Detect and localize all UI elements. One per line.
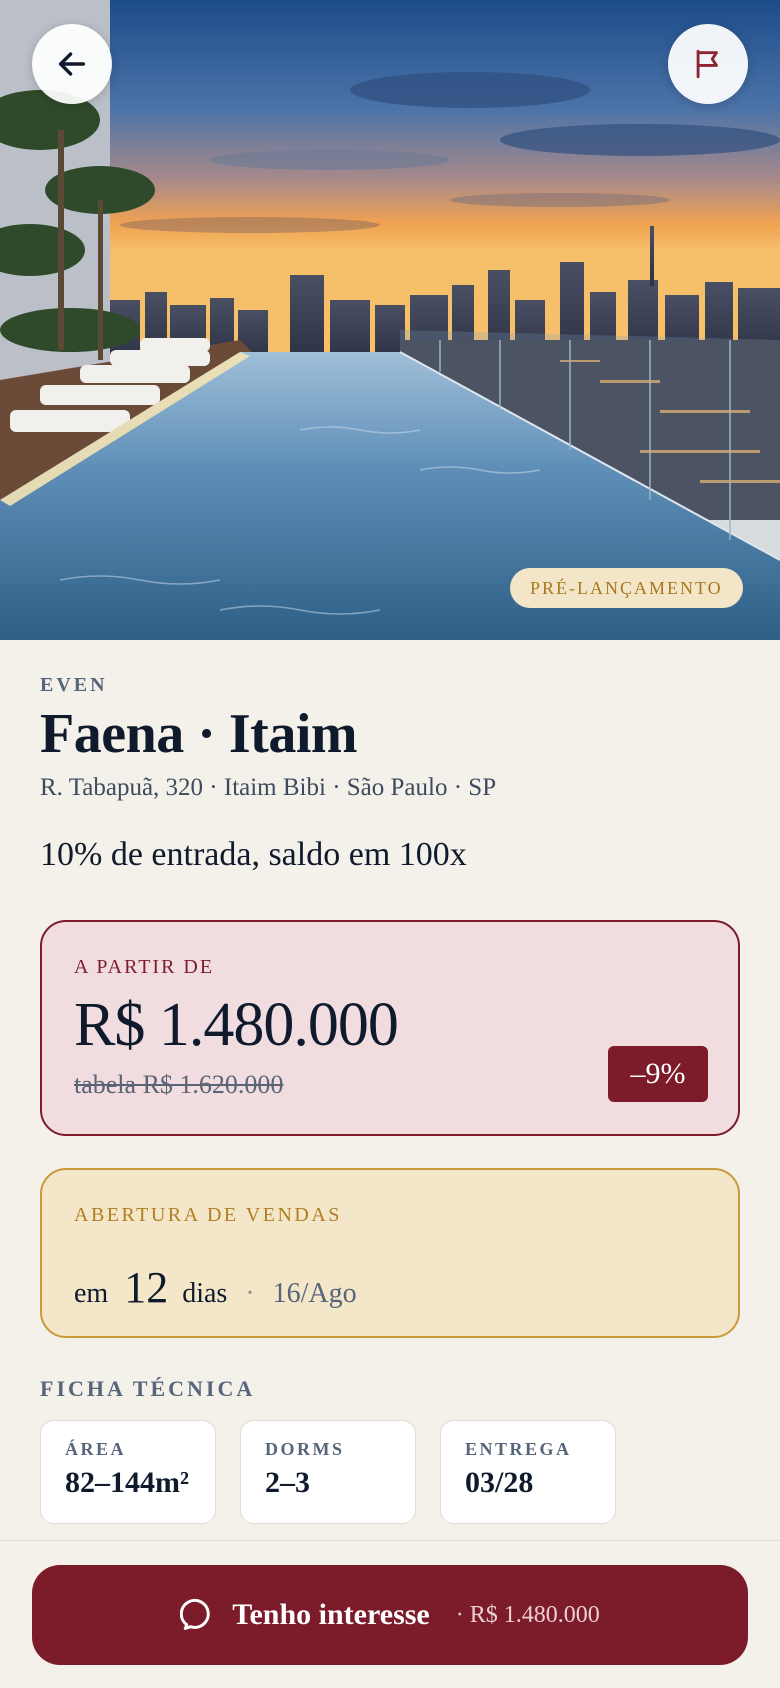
sales-separator: · bbox=[245, 1278, 255, 1309]
specs-list: ÁREA 82–144m² DORMS 2–3 ENTREGA 03/28 bbox=[40, 1420, 616, 1524]
page-title: Faena · Itaim bbox=[40, 703, 358, 765]
spec-card-delivery: ENTREGA 03/28 bbox=[440, 1420, 616, 1524]
old-price: tabela R$ 1.620.000 bbox=[74, 1070, 284, 1099]
sales-label: ABERTURA DE VENDAS bbox=[74, 1204, 342, 1226]
sales-unit: dias bbox=[182, 1278, 228, 1309]
developer-name: EVEN bbox=[40, 674, 108, 696]
cta-price: R$ 1.480.000 bbox=[469, 1601, 600, 1628]
spec-label: ÁREA bbox=[65, 1439, 127, 1459]
cta-label: Tenho interesse bbox=[232, 1598, 430, 1631]
sales-date: 16/Ago bbox=[272, 1278, 357, 1309]
payment-terms: 10% de entrada, saldo em 100x bbox=[40, 836, 467, 873]
spec-card-dorms: DORMS 2–3 bbox=[240, 1420, 416, 1524]
spec-card-area: ÁREA 82–144m² bbox=[40, 1420, 216, 1524]
chat-bubble-icon bbox=[180, 1597, 216, 1633]
interest-button[interactable]: Tenho interesse · R$ 1.480.000 bbox=[32, 1565, 748, 1665]
back-button[interactable] bbox=[32, 24, 112, 104]
sales-days: 12 bbox=[124, 1263, 169, 1312]
status-badge: PRÉ-LANÇAMENTO bbox=[510, 568, 743, 608]
price-label: A PARTIR DE bbox=[74, 956, 215, 978]
report-button[interactable] bbox=[668, 24, 748, 104]
sales-opening-card: ABERTURA DE VENDAS em 12 dias · 16/Ago bbox=[40, 1168, 740, 1338]
arrow-left-icon bbox=[55, 47, 89, 81]
price-value: R$ 1.480.000 bbox=[74, 991, 399, 1059]
spec-label: DORMS bbox=[265, 1439, 345, 1459]
address: R. Tabapuã, 320 · Itaim Bibi · São Paulo… bbox=[40, 774, 497, 801]
sales-countdown: em 12 dias · 16/Ago bbox=[74, 1262, 357, 1313]
sales-prefix: em bbox=[74, 1278, 109, 1309]
specs-heading: FICHA TÉCNICA bbox=[40, 1376, 256, 1401]
spec-label: ENTREGA bbox=[465, 1439, 572, 1459]
spec-value: 2–3 bbox=[265, 1466, 310, 1499]
spec-value: 03/28 bbox=[465, 1466, 534, 1499]
price-card: A PARTIR DE R$ 1.480.000 tabela R$ 1.620… bbox=[40, 920, 740, 1136]
cta-separator: · bbox=[455, 1601, 464, 1628]
discount-badge: –9% bbox=[608, 1046, 708, 1102]
flag-icon bbox=[691, 47, 725, 81]
rooftop-pool-photo bbox=[0, 0, 780, 640]
hero-image: PRÉ-LANÇAMENTO bbox=[0, 0, 780, 640]
bottom-action-bar: Tenho interesse · R$ 1.480.000 bbox=[0, 1540, 780, 1688]
spec-value: 82–144m² bbox=[65, 1466, 189, 1499]
